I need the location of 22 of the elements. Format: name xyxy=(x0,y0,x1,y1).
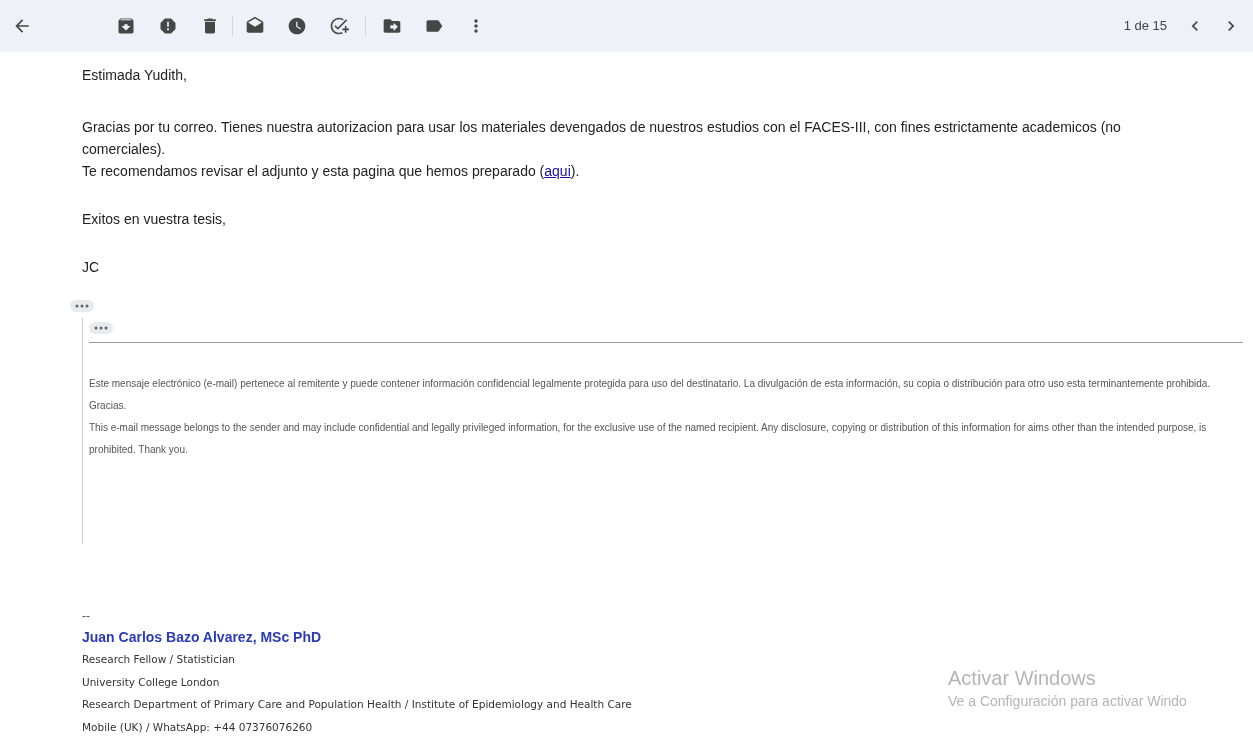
signature-name: Juan Carlos Bazo Alvarez, MSc PhD xyxy=(82,628,323,647)
pager-count: 1 de 15 xyxy=(1123,17,1167,36)
show-trimmed-button[interactable] xyxy=(70,300,94,312)
greeting-text: Estimada Yudith, xyxy=(82,66,188,85)
disclaimer-text: Gracias. xyxy=(89,399,128,413)
link[interactable]: aqui xyxy=(544,163,571,179)
signature-line: University College London xyxy=(82,674,220,690)
ellipsis-icon xyxy=(75,304,89,308)
body-text: Gracias por tu correo. Tienes nuestra autorizacion para usar los materiales devengados de nuestros estudios con el FACES-III, con fines estrictamente academicos (no comerciales). xyxy=(82,118,1122,159)
disclaimer-text: Este mensaje electrónico (e-mail) pertenece al remitente y puede contener información confidencial legalmente protegida para uso del destinatario. La divulgación de esta información, su copia o distribución para otro uso esta terminantemente prohibida. xyxy=(89,377,1212,391)
disclaimer-text: This e-mail message belongs to the sender and may include confidential and legally privileged information, for the exclusive use of the named recipient. Any disclosure, copying or distribution of this information for aims other than the intended purpose, is prohibited. Thank you. xyxy=(89,421,1208,457)
activation-subtitle: Ve a Configuración para activar Windo xyxy=(948,692,1187,711)
activation-title: Activar Windows xyxy=(948,666,1097,691)
signature-line: Mobile (UK) / WhatsApp: +44 07376076260 xyxy=(82,719,313,735)
show-trimmed-button[interactable] xyxy=(89,322,113,334)
ellipsis-icon xyxy=(94,326,108,330)
closing-text: Exitos en vuestra tesis, xyxy=(82,210,227,229)
signoff-text: JC xyxy=(82,258,101,277)
signature-line: Research Department of Primary Care and Population Health / Institute of Epidemiology and Health Care xyxy=(82,697,632,712)
signature-line: Research Fellow / Statistician xyxy=(82,652,236,667)
body-text: Te recomendamos revisar el adjunto y esta pagina que hemos preparado (aqui). xyxy=(82,162,581,181)
signature-separator: -- xyxy=(82,608,91,625)
